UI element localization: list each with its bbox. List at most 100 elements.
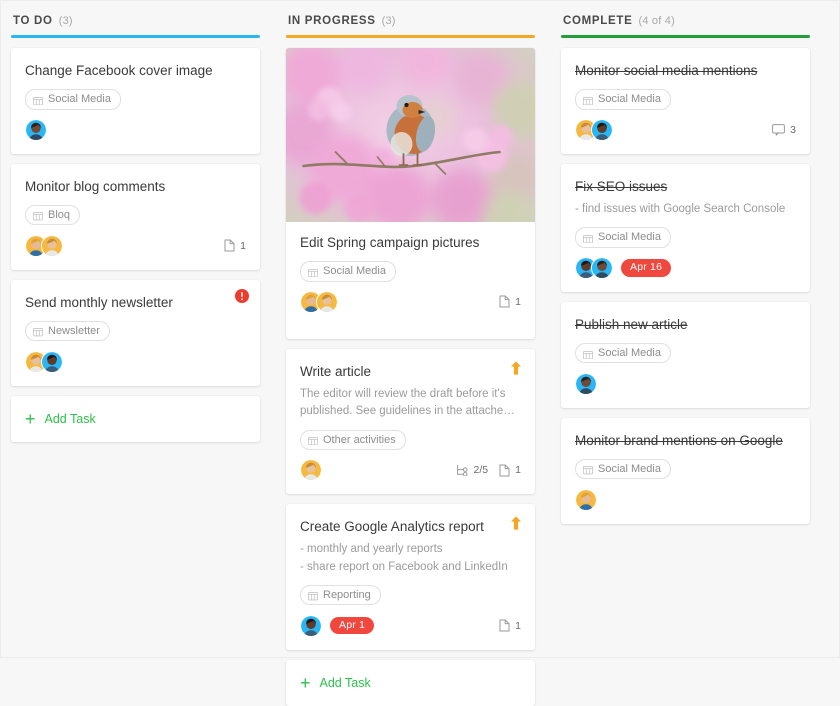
card-tag-label: Social Media [598, 231, 661, 244]
subtask-count[interactable]: 2/5 [456, 464, 488, 477]
card-title[interactable]: Send monthly newsletter [25, 294, 246, 312]
card-footer [25, 118, 246, 141]
avatar-group[interactable] [300, 614, 322, 637]
table-icon [33, 95, 43, 105]
avatar[interactable] [41, 350, 63, 373]
card-title[interactable]: Edit Spring campaign pictures [300, 234, 521, 252]
attachment-count-value: 1 [240, 239, 246, 252]
avatar-group[interactable] [300, 459, 322, 482]
table-icon [308, 267, 318, 277]
card-tag[interactable]: Social Media [575, 227, 671, 248]
table-icon [33, 327, 43, 337]
card-body: Monitor social media mentions Social Med… [575, 62, 796, 141]
card-footer-right: 2/5 1 [456, 464, 521, 477]
avatar[interactable] [591, 256, 613, 279]
due-date-badge[interactable]: Apr 16 [621, 259, 672, 277]
avatar[interactable] [300, 459, 322, 482]
card-footer: Apr 16 [575, 256, 796, 279]
column-header-todo: TO DO (3) [11, 15, 260, 35]
attachment-count[interactable]: 1 [499, 295, 521, 308]
card-list: Change Facebook cover image Social Media… [11, 38, 260, 442]
card-title[interactable]: Monitor blog comments [25, 178, 246, 196]
task-card[interactable]: Edit Spring campaign pictures Social Med… [286, 48, 535, 339]
avatar-group[interactable] [575, 488, 597, 511]
card-cover-image [286, 48, 535, 222]
card-tag-label: Social Media [598, 347, 661, 360]
card-tag[interactable]: Other activities [300, 429, 406, 450]
avatar[interactable] [316, 290, 338, 313]
task-card[interactable]: Monitor social media mentions Social Med… [561, 48, 810, 154]
card-title[interactable]: Monitor social media mentions [575, 62, 796, 80]
card-footer: Apr 1 1 [300, 614, 521, 637]
card-tag[interactable]: Social Media [25, 89, 121, 110]
card-tag[interactable]: Social Media [575, 459, 671, 480]
card-tag-label: Newsletter [48, 324, 100, 337]
avatar[interactable] [300, 614, 322, 637]
table-icon [583, 233, 593, 243]
card-footer-left [300, 290, 338, 313]
add-task-label: Add Task [319, 675, 371, 690]
card-title[interactable]: Monitor brand mentions on Google [575, 432, 796, 450]
card-title[interactable]: Fix SEO issues [575, 178, 796, 196]
card-footer-left [25, 234, 63, 257]
card-footer-left: Apr 16 [575, 256, 672, 279]
card-tag[interactable]: Social Media [575, 89, 671, 110]
attachment-count[interactable]: 1 [499, 619, 521, 632]
card-tag[interactable]: Social Media [575, 343, 671, 364]
task-card[interactable]: Publish new article Social Media [561, 301, 810, 408]
card-footer: 3 [575, 118, 796, 141]
column-header-progress: IN PROGRESS (3) [286, 15, 535, 35]
document-icon [224, 239, 235, 252]
card-footer: 1 [25, 234, 246, 257]
task-card[interactable]: Fix SEO issues - find issues with Google … [561, 163, 810, 292]
card-tag[interactable]: Newsletter [25, 320, 110, 342]
attachment-count[interactable]: 1 [499, 464, 521, 477]
plus-icon: + [25, 408, 36, 429]
avatar-group[interactable] [575, 372, 597, 395]
kanban-board: TO DO (3) Change Facebook cover image Soci… [0, 0, 840, 706]
card-title[interactable]: Change Facebook cover image [25, 62, 246, 80]
avatar-group[interactable] [25, 234, 63, 257]
add-task-button[interactable]: + Add Task [11, 395, 260, 442]
card-tag[interactable]: Bloq [25, 205, 81, 226]
task-card[interactable]: Change Facebook cover image Social Media [11, 48, 260, 154]
add-task-button[interactable]: + Add Task [286, 659, 535, 706]
card-tag[interactable]: Social Media [300, 261, 396, 282]
table-icon [583, 349, 593, 359]
card-footer: 2/5 1 [300, 459, 521, 482]
avatar-group[interactable] [25, 350, 63, 373]
card-tag[interactable]: Reporting [300, 584, 381, 606]
card-title[interactable]: Publish new article [575, 316, 796, 334]
comment-count[interactable]: 3 [772, 124, 796, 136]
task-card[interactable]: Monitor blog comments Bloq 1 [11, 163, 260, 270]
card-title[interactable]: Create Google Analytics report [300, 518, 521, 536]
card-footer-left [300, 459, 322, 482]
card-footer-right: 1 [224, 239, 246, 252]
card-footer-right: 1 [499, 619, 521, 632]
card-description-line: - monthly and yearly reports [300, 543, 443, 556]
avatar[interactable] [41, 234, 63, 257]
column-count: (4 of 4) [638, 15, 675, 27]
avatar[interactable] [591, 118, 613, 141]
column-title: TO DO [13, 15, 53, 27]
column-complete: COMPLETE (4 of 4) Monitor social media men… [561, 15, 810, 524]
task-card[interactable]: Write article The editor will review the … [286, 348, 535, 495]
column-progress: IN PROGRESS (3) Edit Spring campaign pic… [286, 15, 535, 706]
card-title[interactable]: Write article [300, 363, 521, 381]
card-footer [25, 350, 246, 373]
task-card[interactable]: Create Google Analytics report - monthly … [286, 504, 535, 650]
attachment-count[interactable]: 1 [224, 239, 246, 252]
task-card[interactable]: Monitor brand mentions on Google Social … [561, 417, 810, 524]
avatar-group[interactable] [575, 118, 613, 141]
attachment-count-value: 1 [515, 464, 521, 477]
avatar-group[interactable] [575, 256, 613, 279]
avatar-group[interactable] [300, 290, 338, 313]
avatar[interactable] [575, 372, 597, 395]
avatar-group[interactable] [25, 118, 47, 141]
comment-icon [772, 123, 786, 136]
avatar[interactable] [25, 118, 47, 141]
due-date-badge[interactable]: Apr 1 [330, 616, 375, 635]
task-card[interactable]: Send monthly newsletter Newsletter [11, 279, 260, 386]
avatar[interactable] [575, 488, 597, 511]
card-body: Create Google Analytics report - monthly … [300, 518, 521, 637]
